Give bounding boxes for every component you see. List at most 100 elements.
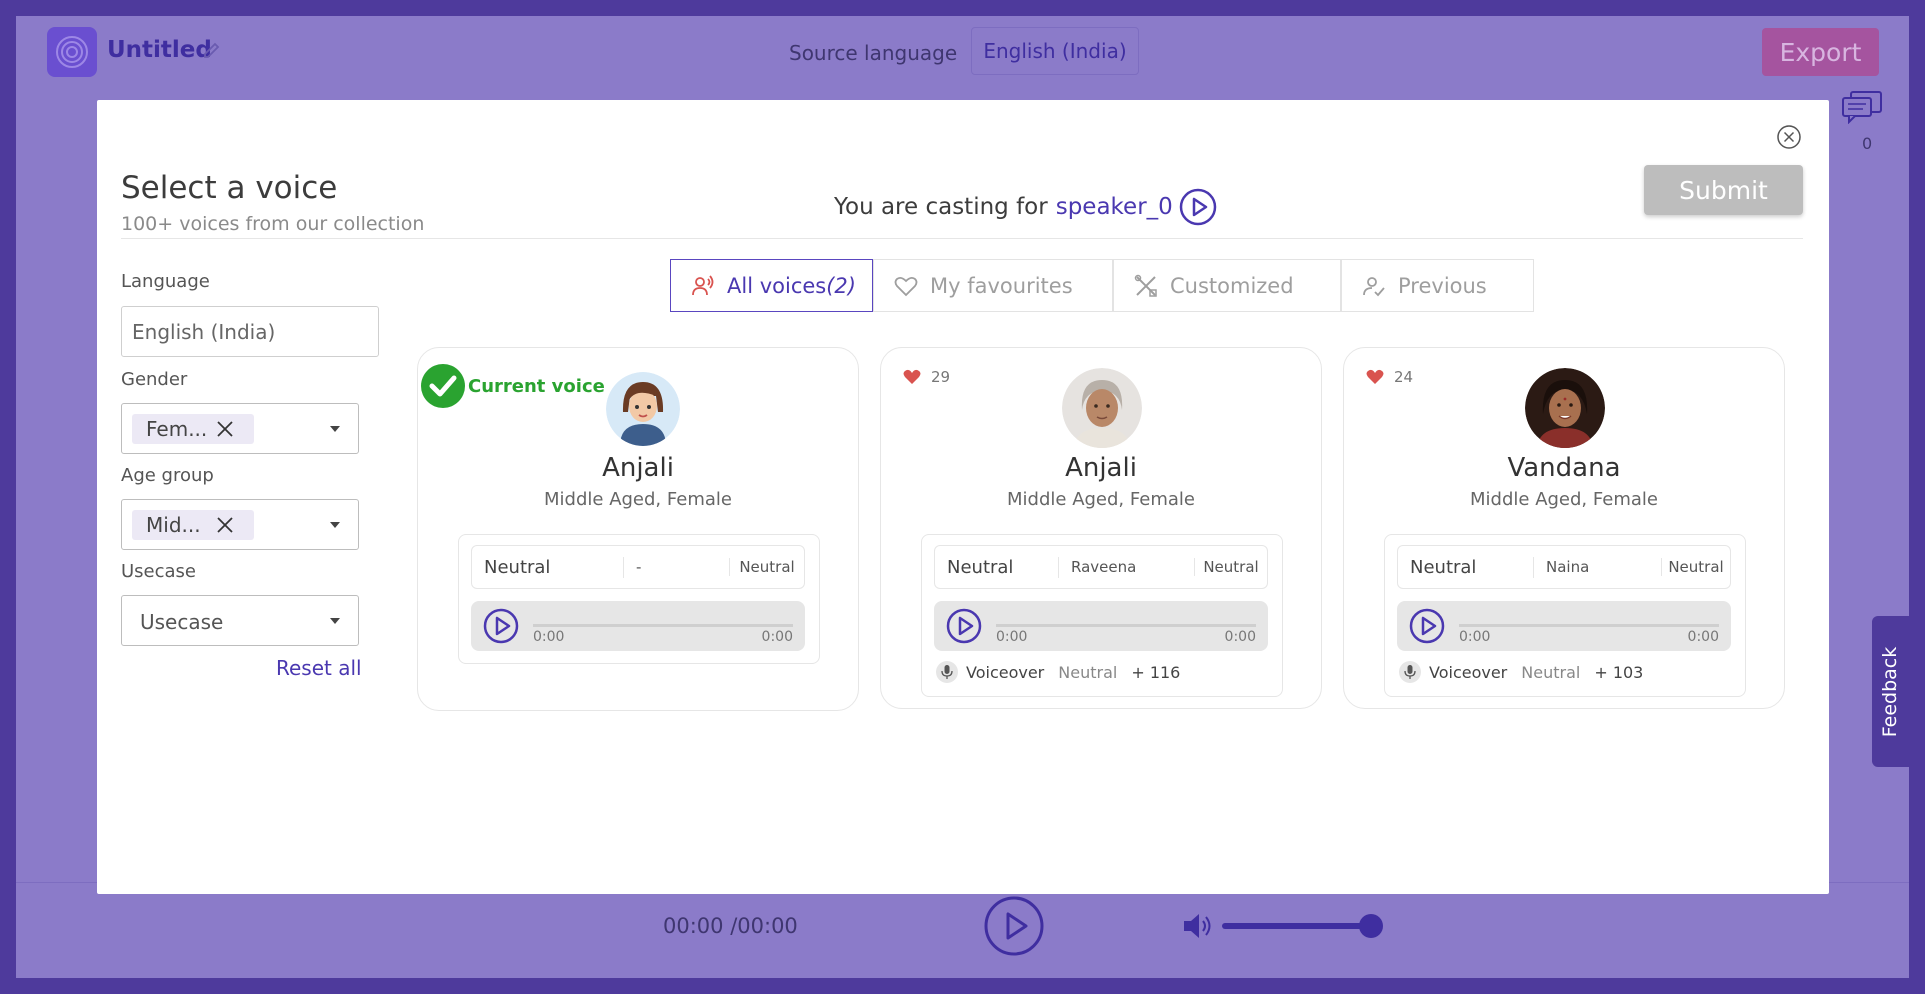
tone-label: Neutral (935, 556, 1059, 578)
avatar (1525, 368, 1605, 448)
audio-current-time: 0:00 (996, 629, 1028, 645)
voice-card[interactable]: 29 Anjali Middle Aged, Female Neutral Ra… (880, 347, 1322, 709)
avatar (606, 372, 680, 446)
submit-button[interactable]: Submit (1644, 165, 1803, 215)
audio-duration: 0:00 (1224, 629, 1256, 645)
avatar (1062, 368, 1142, 448)
voice-tabs: All voices (2) My favourites Customized (670, 259, 1534, 312)
voice-tags: Voiceover Neutral + 103 (1399, 661, 1643, 683)
remove-chip-icon[interactable] (216, 516, 234, 534)
speaker-play-icon[interactable] (1179, 188, 1217, 226)
feedback-label: Feedback (1879, 646, 1902, 737)
remove-chip-icon[interactable] (216, 420, 234, 438)
more-tags[interactable]: + 116 (1131, 663, 1180, 682)
current-voice-badge: Current voice (420, 363, 605, 409)
audio-current-time: 0:00 (1459, 629, 1491, 645)
audio-progress-bar[interactable] (533, 624, 793, 627)
source-language-value[interactable]: English (India) (971, 27, 1139, 75)
microphone-icon (1399, 661, 1421, 683)
voice-name: Anjali (602, 453, 674, 483)
play-icon[interactable] (483, 608, 519, 644)
tab-my-favourites-label: My favourites (930, 273, 1073, 298)
player-time: 00:00 /00:00 (663, 914, 798, 938)
voice-name: Vandana (1507, 453, 1621, 483)
gender-chip: Fem... (132, 414, 254, 444)
tab-customized[interactable]: Customized (1113, 259, 1341, 312)
age-group-label: Age group (121, 465, 214, 486)
style-label: Neutral (739, 558, 795, 576)
app-logo[interactable] (47, 27, 97, 77)
casting-info: You are casting for speaker_0 (834, 188, 1217, 226)
top-bar: Untitled Source language English (India)… (16, 16, 1909, 88)
tab-my-favourites[interactable]: My favourites (873, 259, 1113, 312)
voice-meta: Middle Aged, Female (1470, 489, 1658, 510)
tools-icon (1134, 274, 1157, 297)
chevron-down-icon (330, 618, 340, 624)
cartoon-avatar-icon (606, 372, 680, 446)
close-icon[interactable] (1776, 124, 1802, 150)
style-tag: Neutral (1521, 662, 1581, 682)
gender-chip-label: Fem... (146, 417, 208, 441)
microphone-icon (936, 661, 958, 683)
volume-icon[interactable] (1181, 911, 1215, 941)
player-play-icon[interactable] (983, 895, 1045, 957)
tab-all-voices[interactable]: All voices (2) (670, 259, 873, 312)
volume-slider-handle[interactable] (1359, 914, 1383, 938)
age-group-chip-label: Mid... (146, 513, 201, 537)
usecase-select[interactable]: Usecase (121, 595, 359, 646)
voices-icon (692, 274, 714, 295)
tone-label: Neutral (1398, 556, 1534, 578)
audio-duration: 0:00 (761, 629, 793, 645)
play-icon[interactable] (946, 608, 982, 644)
voice-sample-box: Neutral Raveena Neutral 0:00 0:00 Voiceo… (921, 534, 1283, 697)
favourite-count-value: 24 (1394, 368, 1414, 386)
voice-card[interactable]: Current voice Anjali Middle Aged, Female… (417, 347, 859, 711)
tab-previous[interactable]: Previous (1341, 259, 1534, 312)
voice-meta: Middle Aged, Female (544, 489, 732, 510)
usecase-tag: Voiceover (1429, 662, 1508, 682)
modal-title: Select a voice (121, 170, 338, 206)
usecase-label: Usecase (121, 561, 197, 582)
chevron-down-icon (330, 426, 340, 432)
volume-slider-track[interactable] (1222, 923, 1372, 929)
audio-player: 0:00 0:00 (934, 601, 1268, 651)
voice-avatar-photo (1525, 368, 1605, 448)
current-voice-label: Current voice (468, 375, 605, 397)
speaker-label: Raveena (1059, 558, 1195, 576)
style-label: Neutral (1668, 558, 1724, 576)
pencil-icon[interactable] (201, 40, 223, 62)
source-language-label: Source language (789, 41, 958, 65)
comments-icon[interactable] (1841, 90, 1883, 124)
more-tags[interactable]: + 103 (1594, 663, 1643, 682)
tab-customized-label: Customized (1170, 273, 1294, 298)
gender-label: Gender (121, 369, 188, 390)
voice-card[interactable]: 24 Vandana Middle Aged, Female Neutral N… (1343, 347, 1785, 709)
gender-select[interactable]: Fem... (121, 403, 359, 454)
export-button[interactable]: Export (1762, 28, 1879, 76)
project-title[interactable]: Untitled (107, 37, 212, 63)
feedback-tab[interactable]: Feedback (1872, 616, 1909, 767)
voice-name: Anjali (1065, 453, 1137, 483)
tone-row: Neutral - Neutral (471, 545, 805, 589)
voice-meta: Middle Aged, Female (1007, 489, 1195, 510)
reset-all-link[interactable]: Reset all (276, 656, 362, 680)
age-group-select[interactable]: Mid... (121, 499, 359, 550)
favourite-count[interactable]: 29 (903, 368, 950, 386)
language-field[interactable]: English (India) (121, 306, 379, 357)
heart-icon (1366, 369, 1384, 384)
select-voice-modal: Select a voice 100+ voices from our coll… (97, 100, 1829, 894)
audio-player: 0:00 0:00 (1397, 601, 1731, 651)
heart-outline-icon (894, 276, 918, 296)
check-circle-icon (421, 364, 465, 408)
favourite-count[interactable]: 24 (1366, 368, 1413, 386)
audio-progress-bar[interactable] (1459, 624, 1719, 627)
audio-progress-bar[interactable] (996, 624, 1256, 627)
tab-all-voices-label: All voices (727, 273, 827, 298)
user-check-icon (1363, 276, 1385, 296)
modal-subtitle: 100+ voices from our collection (121, 213, 425, 235)
style-tag: Neutral (1058, 662, 1118, 682)
usecase-placeholder: Usecase (140, 610, 224, 634)
audio-player: 0:00 0:00 (471, 601, 805, 651)
tab-all-voices-count: (2) (826, 273, 856, 298)
play-icon[interactable] (1409, 608, 1445, 644)
